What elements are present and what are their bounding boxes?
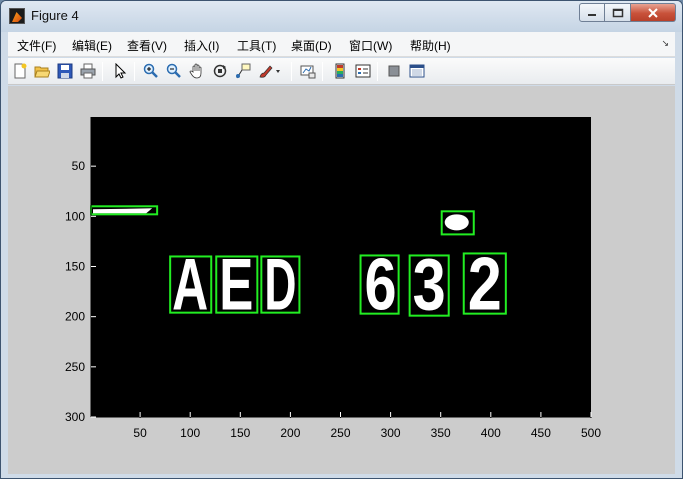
toolbar-separator [102, 62, 103, 81]
link-plot-icon [300, 65, 316, 79]
open-file-button[interactable] [33, 62, 51, 80]
pan-button[interactable] [188, 62, 206, 80]
image-background [91, 117, 591, 417]
edit-plot-button[interactable] [111, 62, 129, 80]
save-icon [57, 63, 73, 79]
menu-edit[interactable]: 编辑(E) [72, 37, 112, 54]
image-plot[interactable]: A E D 6 3 250 100 150 200 250 300 350 400 450 50050100… [8, 86, 675, 474]
white-round-blob [444, 214, 469, 231]
minimize-icon [588, 13, 596, 16]
print-icon [80, 63, 96, 79]
maximize-button[interactable] [605, 3, 631, 22]
colorbar-icon [335, 63, 345, 79]
y-tick-label: 300 [65, 410, 85, 424]
zoom-out-icon [166, 63, 181, 78]
show-plot-tools-icon [409, 64, 425, 78]
y-tick-label: 250 [65, 360, 85, 374]
figure-canvas: A E D 6 3 2 50 100 150 200 250 300 350 400 450 500 50 100… [8, 86, 675, 474]
new-figure-button[interactable] [11, 62, 29, 80]
minimize-button[interactable] [579, 3, 605, 22]
menu-overflow-icon[interactable]: ↘ [661, 38, 669, 49]
y-tick-label: 100 [65, 209, 85, 223]
menu-window[interactable]: 窗口(W) [349, 37, 392, 54]
window-title: Figure 4 [31, 8, 79, 23]
hide-plot-tools-button[interactable] [385, 62, 403, 80]
rotate-3d-icon [213, 64, 227, 78]
y-tick-label: 50 [72, 159, 86, 173]
legend-icon [355, 64, 371, 78]
link-plot-button[interactable] [299, 62, 317, 80]
title-bar[interactable]: Figure 4 [1, 1, 682, 32]
rotate-3d-button[interactable] [211, 62, 229, 80]
menu-file[interactable]: 文件(F) [17, 37, 56, 54]
legend-button[interactable] [354, 62, 372, 80]
x-tick-label: 100 [180, 426, 200, 440]
menu-help[interactable]: 帮助(H) [410, 37, 451, 54]
x-tick-label: 200 [280, 426, 300, 440]
menu-view[interactable]: 查看(V) [127, 37, 167, 54]
x-tick-label: 50 [133, 426, 147, 440]
open-file-icon [34, 66, 50, 78]
menu-tools[interactable]: 工具(T) [237, 37, 276, 54]
x-tick-label: 150 [230, 426, 250, 440]
save-button[interactable] [56, 62, 74, 80]
matlab-logo-icon [9, 8, 25, 24]
menu-bar: 文件(F) 编辑(E) 查看(V) 插入(I) 工具(T) 桌面(D) 窗口(W… [8, 32, 675, 57]
menu-desktop[interactable]: 桌面(D) [291, 37, 332, 54]
zoom-in-icon [143, 63, 158, 78]
brush-button[interactable] [257, 62, 283, 80]
plate-character: 3 [413, 245, 446, 326]
data-cursor-icon [236, 63, 251, 79]
x-tick-label: 450 [531, 426, 551, 440]
colorbar-button[interactable] [331, 62, 349, 80]
print-button[interactable] [79, 62, 97, 80]
zoom-in-button[interactable] [142, 62, 160, 80]
y-tick-label: 200 [65, 310, 85, 324]
figure-window: Figure 4 文件(F) 编辑(E) 查看(V) 插入(I) 工具(T) 桌… [0, 0, 683, 479]
x-tick-label: 300 [381, 426, 401, 440]
x-tick-label: 350 [431, 426, 451, 440]
edit-plot-arrow-icon [115, 63, 127, 79]
x-tick-label: 400 [481, 426, 501, 440]
data-cursor-button[interactable] [234, 62, 252, 80]
menu-insert[interactable]: 插入(I) [184, 37, 219, 54]
hide-plot-tools-icon [388, 65, 400, 77]
zoom-out-button[interactable] [165, 62, 183, 80]
toolbar-separator [322, 62, 323, 81]
brush-icon [259, 65, 280, 78]
toolbar-separator [377, 62, 378, 81]
window-controls [579, 3, 676, 22]
new-figure-icon [14, 63, 27, 79]
show-plot-tools-button[interactable] [408, 62, 426, 80]
close-icon [648, 7, 658, 18]
toolbar-separator [134, 62, 135, 81]
x-tick-label: 250 [330, 426, 350, 440]
pan-hand-icon [189, 63, 202, 79]
maximize-icon [612, 8, 623, 17]
toolbar-separator [291, 62, 292, 81]
close-button[interactable] [631, 3, 676, 22]
x-tick-label: 500 [581, 426, 601, 440]
y-tick-label: 150 [65, 259, 85, 273]
figure-toolbar [8, 58, 675, 85]
